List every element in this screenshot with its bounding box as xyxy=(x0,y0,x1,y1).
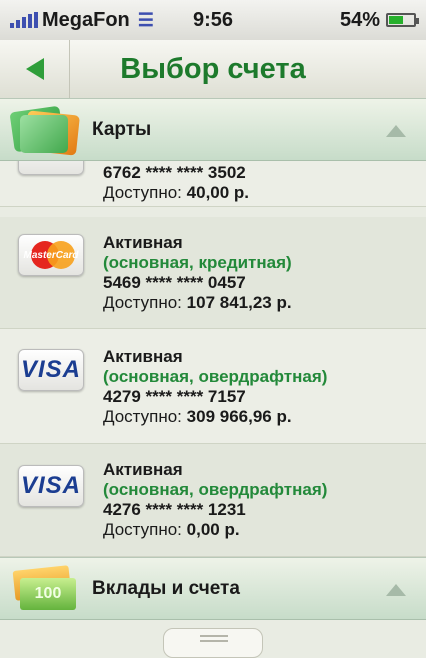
account-list[interactable]: 6762 **** **** 3502 Доступно: 40,00 р. M… xyxy=(0,161,426,557)
card-number: 4279 **** **** 7157 xyxy=(103,387,246,406)
visa-logo-text: VISA xyxy=(20,472,81,499)
status-bar: MegaFon ☰ 9:56 54% xyxy=(0,0,426,41)
account-row[interactable]: VISA Активная (основная, овердрафтная) 4… xyxy=(0,329,426,444)
available-label: Доступно: xyxy=(103,407,182,426)
account-row[interactable]: VISA Активная (основная, овердрафтная) 4… xyxy=(0,444,426,557)
visa-logo-icon: VISA xyxy=(18,465,84,507)
card-number: 5469 **** **** 0457 xyxy=(103,273,246,292)
navigation-bar: Выбор счета xyxy=(0,40,426,99)
section-header-deposits[interactable]: 100 Вклады и счета xyxy=(0,557,426,620)
back-button[interactable] xyxy=(0,40,70,98)
bottom-bar xyxy=(0,620,426,658)
page-title: Выбор счета xyxy=(120,52,306,85)
visa-logo-icon: VISA xyxy=(18,349,84,391)
collapse-arrow-icon[interactable] xyxy=(386,125,406,137)
section-header-cards[interactable]: Карты xyxy=(0,98,426,161)
account-details: Активная (основная, овердрафтная) 4276 *… xyxy=(103,460,327,540)
wifi-icon: ☰ xyxy=(137,9,154,30)
card-number: 6762 **** **** 3502 xyxy=(103,163,246,182)
available-line: Доступно: 309 966,96 р. xyxy=(103,407,327,427)
available-value: 309 966,96 р. xyxy=(186,407,292,426)
account-details: Активная (основная, овердрафтная) 4279 *… xyxy=(103,347,327,427)
cards-icon xyxy=(9,103,82,157)
available-value: 0,00 р. xyxy=(186,520,240,539)
account-details: Активная (основная, кредитная) 5469 ****… xyxy=(103,233,292,313)
section-label-cards: Карты xyxy=(92,118,152,140)
available-line: Доступно: 40,00 р. xyxy=(103,183,249,203)
card-status: Активная xyxy=(103,347,183,366)
battery-indicator: 54% xyxy=(339,8,419,32)
available-label: Доступно: xyxy=(103,293,182,312)
section-label-deposits: Вклады и счета xyxy=(92,577,240,599)
mastercard-logo-icon: MasterCard xyxy=(18,234,84,276)
card-type: (основная, овердрафтная) xyxy=(103,367,328,386)
available-line: Доступно: 0,00 р. xyxy=(103,520,327,540)
mastercard-logo-text: MasterCard xyxy=(23,249,79,261)
card-status: Активная xyxy=(103,233,183,252)
card-logo-icon xyxy=(18,161,84,175)
battery-percent: 54% xyxy=(339,8,380,31)
card-type: (основная, кредитная) xyxy=(103,253,292,272)
available-value: 40,00 р. xyxy=(186,183,250,202)
signal-icon xyxy=(10,12,38,28)
account-details: 6762 **** **** 3502 Доступно: 40,00 р. xyxy=(103,163,249,203)
status-time: 9:56 xyxy=(192,8,234,31)
back-arrow-icon xyxy=(25,58,44,80)
available-label: Доступно: xyxy=(103,520,182,539)
available-line: Доступно: 107 841,23 р. xyxy=(103,293,292,313)
available-value: 107 841,23 р. xyxy=(186,293,292,312)
carrier-name: MegaFon xyxy=(42,8,130,31)
battery-icon xyxy=(386,13,419,27)
money-icon: 100 xyxy=(10,562,82,616)
card-status: Активная xyxy=(103,460,183,479)
money-icon-text: 100 xyxy=(20,577,76,610)
visa-logo-text: VISA xyxy=(20,356,81,383)
account-row[interactable]: 6762 **** **** 3502 Доступно: 40,00 р. xyxy=(0,161,426,207)
account-row[interactable]: MasterCard Активная (основная, кредитная… xyxy=(0,217,426,329)
drawer-handle[interactable] xyxy=(163,628,263,658)
menu-lines-icon xyxy=(200,635,228,642)
available-label: Доступно: xyxy=(103,183,182,202)
collapse-arrow-icon[interactable] xyxy=(386,584,406,596)
card-type: (основная, овердрафтная) xyxy=(103,480,328,499)
card-number: 4276 **** **** 1231 xyxy=(103,500,246,519)
